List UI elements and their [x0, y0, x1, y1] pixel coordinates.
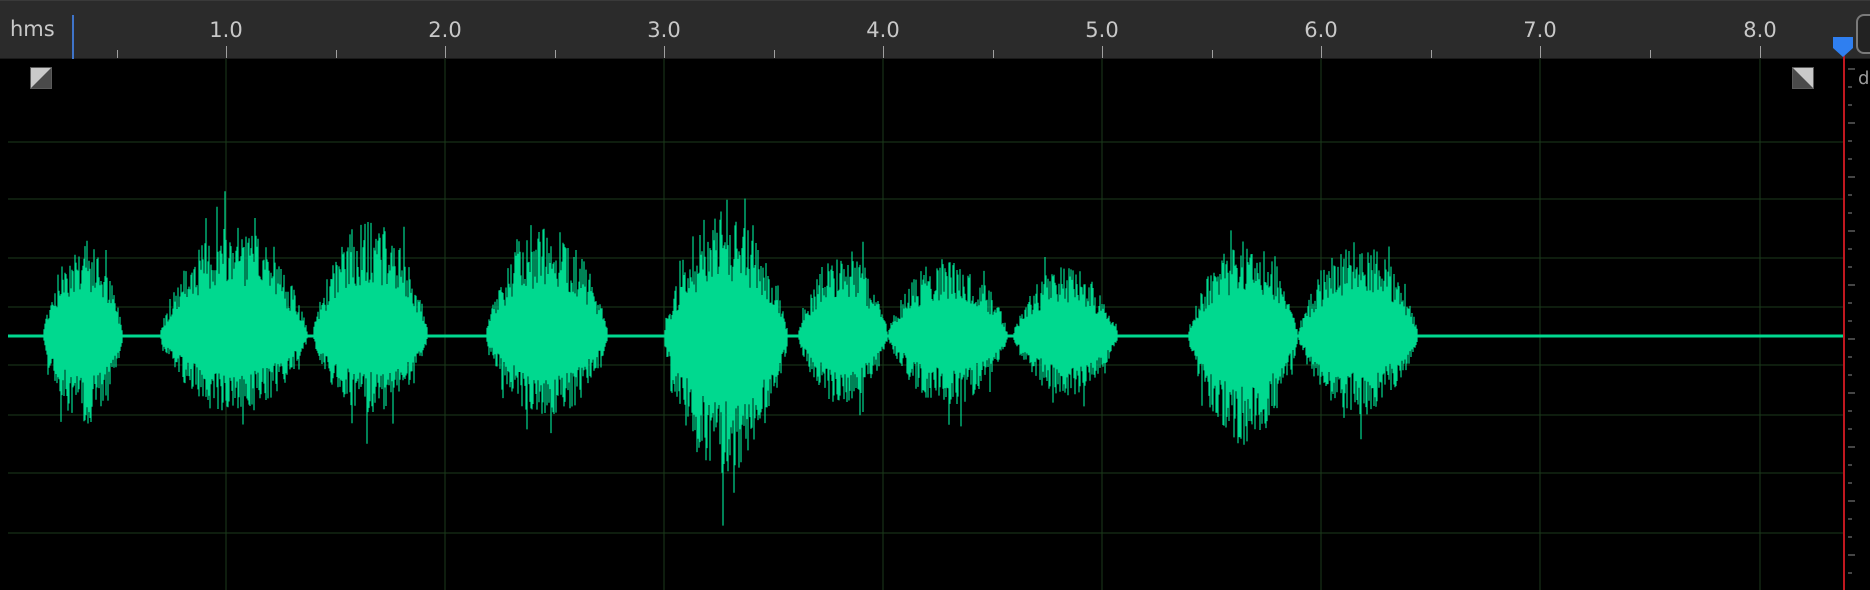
ruler-minor-tick [1212, 50, 1213, 58]
ruler-tick-label: 6.0 [1304, 18, 1338, 42]
ruler-major-tick [883, 46, 884, 58]
fade-in-icon [31, 68, 51, 88]
ruler-tick-label: 1.0 [209, 18, 243, 42]
ruler-minor-tick [117, 50, 118, 58]
ruler-major-tick [445, 46, 446, 58]
ruler-tick-label: 2.0 [428, 18, 462, 42]
waveform-display[interactable] [8, 59, 1844, 590]
waveform-trace [8, 191, 1844, 526]
fade-out-icon [1793, 68, 1813, 88]
audio-waveform-editor: hms 1.0 2.0 3.0 4.0 5.0 6.0 7.0 8.0 d [0, 0, 1870, 590]
ruler-tick-label: 8.0 [1743, 18, 1777, 42]
ruler-tick-label: 7.0 [1523, 18, 1557, 42]
ruler-tick-label: 4.0 [866, 18, 900, 42]
ruler-major-tick [1540, 46, 1541, 58]
amplitude-scale-ticks [1848, 68, 1855, 574]
ruler-minor-tick [336, 50, 337, 58]
panel-edge-button[interactable] [1856, 14, 1870, 54]
amplitude-unit-label: d [1858, 68, 1870, 89]
ruler-tick-label: 5.0 [1085, 18, 1119, 42]
playhead-marker-icon[interactable] [1832, 36, 1854, 58]
time-ruler[interactable]: hms 1.0 2.0 3.0 4.0 5.0 6.0 7.0 8.0 [0, 0, 1870, 59]
ruler-minor-tick [1431, 50, 1432, 58]
ruler-major-tick [1760, 46, 1761, 58]
fade-out-handle[interactable] [1792, 67, 1814, 89]
amplitude-scale[interactable] [1846, 59, 1870, 590]
ruler-minor-tick [774, 50, 775, 58]
ruler-major-tick [226, 46, 227, 58]
ruler-major-tick [664, 46, 665, 58]
playhead-line[interactable] [1843, 50, 1845, 590]
ruler-minor-tick [1650, 50, 1651, 58]
ruler-unit-label[interactable]: hms [10, 17, 55, 41]
ruler-major-tick [1321, 46, 1322, 58]
waveform-canvas [8, 59, 1844, 590]
ruler-minor-tick [993, 50, 994, 58]
ruler-start-marker[interactable] [72, 15, 74, 59]
waveform-path [8, 191, 1844, 526]
ruler-major-tick [1102, 46, 1103, 58]
ruler-tick-label: 3.0 [647, 18, 681, 42]
ruler-minor-tick [555, 50, 556, 58]
fade-in-handle[interactable] [30, 67, 52, 89]
